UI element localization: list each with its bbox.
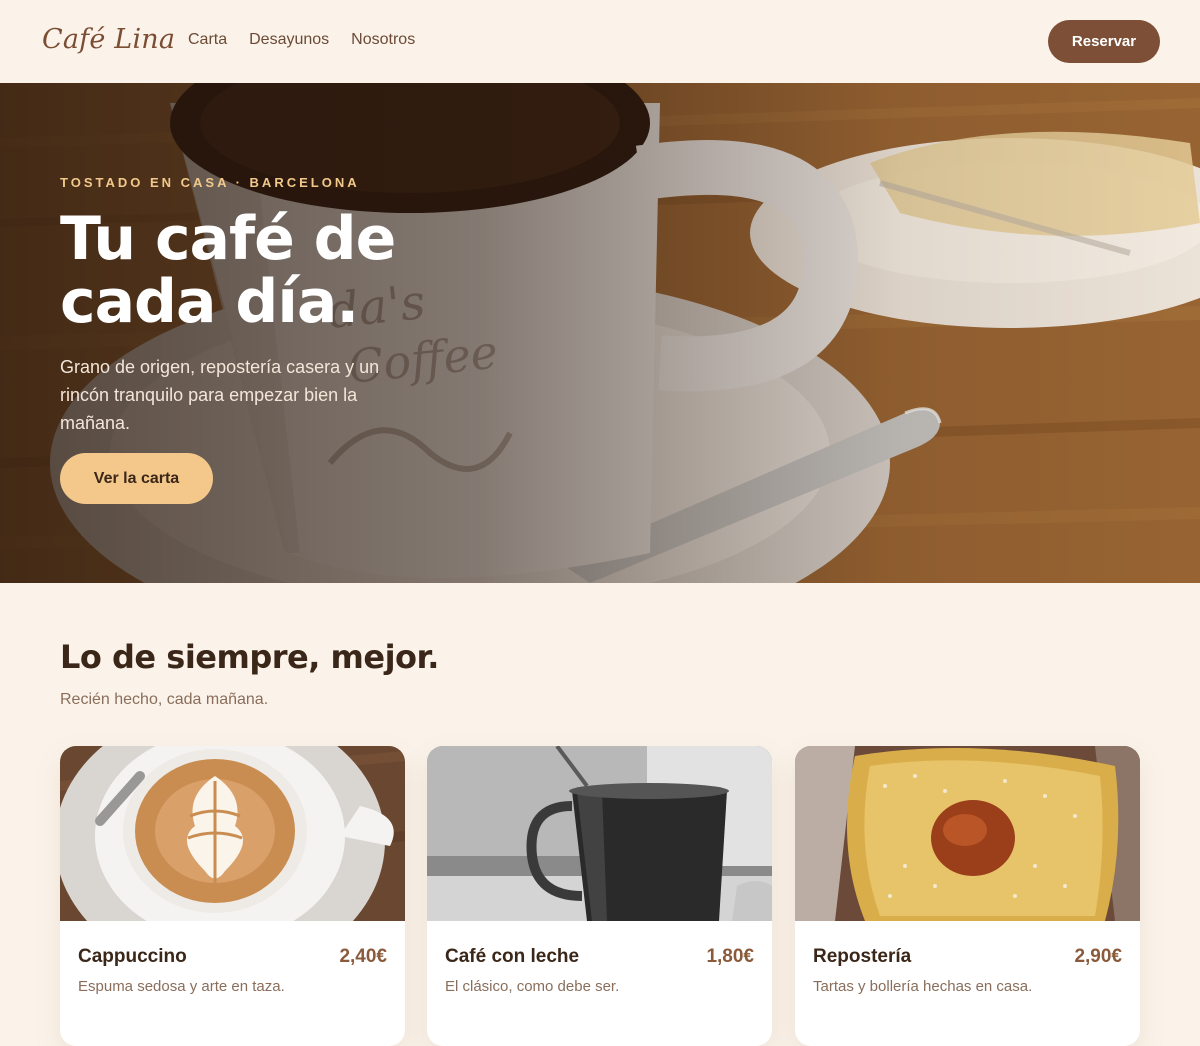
section-title: Lo de siempre, mejor. xyxy=(60,638,439,676)
product-description: Espuma sedosa y arte en taza. xyxy=(78,978,285,995)
product-name: Repostería xyxy=(813,946,912,967)
product-card-cappuccino[interactable]: Cappuccino 2,40€ Espuma sedosa y arte en… xyxy=(60,746,405,1046)
hero-title: Tu café de cada día. xyxy=(60,204,396,337)
product-card-reposteria[interactable]: Repostería 2,90€ Tartas y bollería hecha… xyxy=(795,746,1140,1046)
nav-link-carta[interactable]: Carta xyxy=(188,31,227,49)
ver-carta-button[interactable]: Ver la carta xyxy=(60,453,213,504)
hero: da's Coffee TOSTADO EN CASA · BARCELONA … xyxy=(0,83,1200,583)
cafe-con-leche-image xyxy=(427,746,772,921)
hero-text: Grano de origen, repostería casera y un … xyxy=(60,357,380,433)
product-description: El clásico, como debe ser. xyxy=(445,978,620,995)
reposteria-image xyxy=(795,746,1140,921)
cappuccino-image xyxy=(60,746,405,921)
product-price: 2,40€ xyxy=(339,946,387,967)
product-card-cafe-con-leche[interactable]: Café con leche 1,80€ El clásico, como de… xyxy=(427,746,772,1046)
hero-eyebrow: TOSTADO EN CASA · BARCELONA xyxy=(60,175,360,190)
product-description: Tartas y bollería hechas en casa. xyxy=(813,978,1033,995)
reservar-button[interactable]: Reservar xyxy=(1048,20,1160,63)
product-name: Cappuccino xyxy=(78,946,187,967)
nav-link-desayunos[interactable]: Desayunos xyxy=(249,31,329,49)
section-subtitle: Recién hecho, cada mañana. xyxy=(60,691,269,708)
logo[interactable]: Café Lina xyxy=(42,24,175,55)
nav-links: Carta Desayunos Nosotros xyxy=(188,31,415,49)
product-price: 2,90€ xyxy=(1074,946,1122,967)
top-nav: Café Lina Carta Desayunos Nosotros Reser… xyxy=(0,0,1200,83)
product-name: Café con leche xyxy=(445,946,580,967)
nav-link-nosotros[interactable]: Nosotros xyxy=(351,31,415,49)
product-price: 1,80€ xyxy=(706,946,754,967)
